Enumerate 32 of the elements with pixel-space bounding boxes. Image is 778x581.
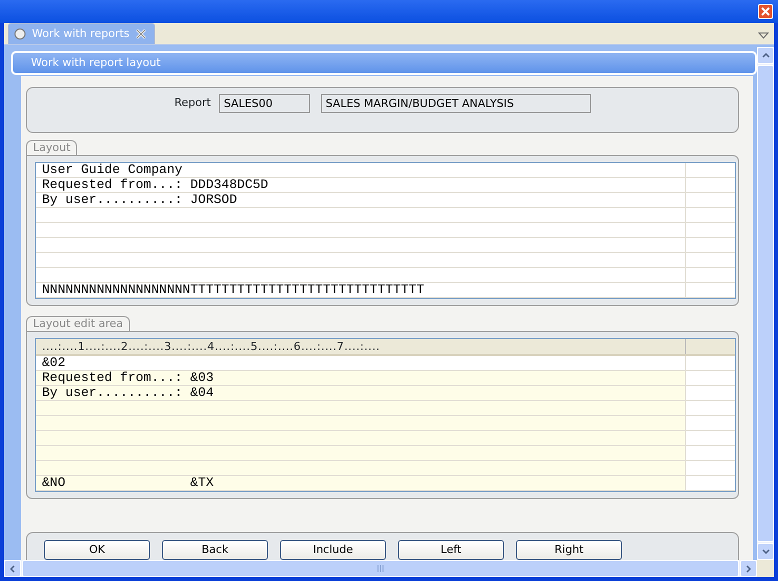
editor-line: NNNNNNNNNNNNNNNNNNNTTTTTTTTTTTTTTTTTTTTTTTTTTTTTT xyxy=(36,283,686,297)
scroll-down-button[interactable] xyxy=(757,543,774,560)
push-button[interactable]: Include xyxy=(280,540,386,560)
chevron-down-icon xyxy=(762,549,770,554)
column-ruler: ....:....1....:....2....:....3....:....4....:....5....:....6....:....7....:.... xyxy=(36,339,686,354)
editor-line: Requested from...: DDD348DC5D xyxy=(36,178,686,192)
chevron-left-icon xyxy=(10,564,15,572)
circle-icon xyxy=(14,28,26,40)
group-tab-label: Layout xyxy=(26,140,78,155)
report-code-field[interactable]: SALES00 xyxy=(218,94,310,113)
section-header: Work with report layout xyxy=(11,51,757,75)
push-button[interactable]: OK xyxy=(44,540,150,560)
report-description-field[interactable]: SALES MARGIN/BUDGET ANALYSIS xyxy=(320,94,591,113)
push-button[interactable]: Left xyxy=(398,540,504,560)
editor-line: User Guide Company xyxy=(36,163,686,177)
report-label: Report xyxy=(174,95,211,111)
scroll-up-button[interactable] xyxy=(757,47,774,64)
push-button[interactable]: Right xyxy=(516,540,622,560)
chevron-up-icon xyxy=(762,53,770,58)
push-button[interactable]: Back xyxy=(162,540,268,560)
scroll-right-button[interactable] xyxy=(740,560,757,577)
dropdown-icon[interactable] xyxy=(758,32,768,38)
close-button[interactable] xyxy=(758,4,773,19)
grip-icon xyxy=(376,565,384,572)
scrollbar-corner xyxy=(757,560,774,577)
scroll-left-button[interactable] xyxy=(4,560,21,577)
editor-line: &02 xyxy=(36,356,686,370)
editor-line: By user..........: JORSOD xyxy=(36,193,686,207)
group-tab-label: Layout edit area xyxy=(26,316,130,331)
close-icon[interactable] xyxy=(136,29,146,39)
edit-area-editor[interactable]: ....:....1....:....2....:....3....:....4....:....5....:....6....:....7....:.... &02 Requested from...: &03 By user..........: &04 &NO &TX xyxy=(35,338,736,492)
chevron-right-icon xyxy=(746,564,751,572)
